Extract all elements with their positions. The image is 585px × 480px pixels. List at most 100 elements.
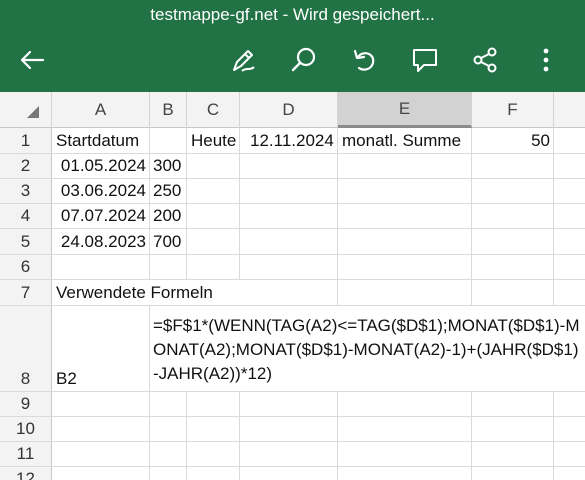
cell-b11[interactable] xyxy=(150,442,187,466)
cell-b5[interactable]: 700 xyxy=(150,229,187,254)
cell-e11[interactable] xyxy=(338,442,472,466)
cell-d2[interactable] xyxy=(240,154,338,178)
row-header[interactable]: 12 xyxy=(0,467,52,480)
cell-e1[interactable]: monatl. Summe xyxy=(338,128,472,153)
cell-f7[interactable] xyxy=(472,280,554,305)
cell-a12[interactable] xyxy=(52,467,150,480)
row-header[interactable]: 11 xyxy=(0,442,52,466)
sheet-row: 9 xyxy=(0,392,585,417)
cell-f1[interactable]: 50 xyxy=(472,128,554,153)
cell-a5[interactable]: 24.08.2023 xyxy=(52,229,150,254)
row-header[interactable]: 6 xyxy=(0,255,52,279)
cell-b6[interactable] xyxy=(150,255,187,279)
cell-a4[interactable]: 07.07.2024 xyxy=(52,204,150,228)
cell-f10[interactable] xyxy=(472,417,554,441)
cell-d5[interactable] xyxy=(240,229,338,254)
share-icon[interactable] xyxy=(465,40,505,80)
cell-e12[interactable] xyxy=(338,467,472,480)
cell-d4[interactable] xyxy=(240,204,338,228)
cell-c10[interactable] xyxy=(187,417,240,441)
cell-a6[interactable] xyxy=(52,255,150,279)
cell-a11[interactable] xyxy=(52,442,150,466)
column-header-d[interactable]: D xyxy=(240,92,338,128)
row-header[interactable]: 2 xyxy=(0,154,52,178)
row-header[interactable]: 8 xyxy=(0,306,52,391)
cell-e3[interactable] xyxy=(338,179,472,203)
cell-d11[interactable] xyxy=(240,442,338,466)
cell-c12[interactable] xyxy=(187,467,240,480)
sheet-row: 6 xyxy=(0,255,585,280)
cell-c5[interactable] xyxy=(187,229,240,254)
cell-f5[interactable] xyxy=(472,229,554,254)
cell-d10[interactable] xyxy=(240,417,338,441)
cell-d7[interactable] xyxy=(240,280,338,305)
row-header[interactable]: 1 xyxy=(0,128,52,153)
cell-a8[interactable]: B2 xyxy=(52,306,150,391)
cell-e9[interactable] xyxy=(338,392,472,416)
sheet-row: 8 B2 =$F$1*(WENN(TAG(A2)<=TAG($D$1);MONA… xyxy=(0,306,585,392)
row-header[interactable]: 9 xyxy=(0,392,52,416)
sheet-row: 1 Startdatum Heute 12.11.2024 monatl. Su… xyxy=(0,128,585,154)
cell-c2[interactable] xyxy=(187,154,240,178)
column-header-row: A B C D E F xyxy=(0,92,585,128)
column-header-b[interactable]: B xyxy=(150,92,187,128)
column-header-c[interactable]: C xyxy=(187,92,240,128)
cell-a2[interactable]: 01.05.2024 xyxy=(52,154,150,178)
row-header[interactable]: 5 xyxy=(0,229,52,254)
cell-b1[interactable] xyxy=(150,128,187,153)
more-vertical-icon[interactable] xyxy=(526,40,566,80)
cell-a7[interactable]: Verwendete Formeln xyxy=(52,280,252,305)
cell-d12[interactable] xyxy=(240,467,338,480)
row-header[interactable]: 10 xyxy=(0,417,52,441)
cell-f11[interactable] xyxy=(472,442,554,466)
cell-d1[interactable]: 12.11.2024 xyxy=(240,128,338,153)
cell-f2[interactable] xyxy=(472,154,554,178)
cell-b10[interactable] xyxy=(150,417,187,441)
undo-icon[interactable] xyxy=(344,40,384,80)
cell-a9[interactable] xyxy=(52,392,150,416)
cell-c3[interactable] xyxy=(187,179,240,203)
cell-c6[interactable] xyxy=(187,255,240,279)
column-header-a[interactable]: A xyxy=(52,92,150,128)
cell-e4[interactable] xyxy=(338,204,472,228)
cell-c11[interactable] xyxy=(187,442,240,466)
comment-icon[interactable] xyxy=(405,40,445,80)
column-header-f[interactable]: F xyxy=(472,92,554,128)
cell-e5[interactable] xyxy=(338,229,472,254)
cell-f9[interactable] xyxy=(472,392,554,416)
cell-c4[interactable] xyxy=(187,204,240,228)
sheet-row: 12 xyxy=(0,467,585,480)
cell-d9[interactable] xyxy=(240,392,338,416)
cell-b9[interactable] xyxy=(150,392,187,416)
cell-e7[interactable] xyxy=(338,280,472,305)
cell-c9[interactable] xyxy=(187,392,240,416)
pen-draw-icon[interactable] xyxy=(223,40,263,80)
cell-e6[interactable] xyxy=(338,255,472,279)
cell-b2[interactable]: 300 xyxy=(150,154,187,178)
cell-b3[interactable]: 250 xyxy=(150,179,187,203)
select-all-corner[interactable] xyxy=(0,92,52,128)
cell-d6[interactable] xyxy=(240,255,338,279)
cell-e10[interactable] xyxy=(338,417,472,441)
row-header[interactable]: 4 xyxy=(0,204,52,228)
cell-a3[interactable]: 03.06.2024 xyxy=(52,179,150,203)
cell-f3[interactable] xyxy=(472,179,554,203)
column-header-e[interactable]: E xyxy=(338,92,472,128)
cell-f6[interactable] xyxy=(472,255,554,279)
spreadsheet-grid[interactable]: A B C D E F 1 Startdatum Heute 12.11.202… xyxy=(0,92,585,480)
cell-e2[interactable] xyxy=(338,154,472,178)
cell-b12[interactable] xyxy=(150,467,187,480)
cell-d3[interactable] xyxy=(240,179,338,203)
search-icon[interactable] xyxy=(284,40,324,80)
cell-f12[interactable] xyxy=(472,467,554,480)
row-header[interactable]: 3 xyxy=(0,179,52,203)
cell-c1[interactable]: Heute xyxy=(187,128,240,153)
cell-b4[interactable]: 200 xyxy=(150,204,187,228)
cell-a1[interactable]: Startdatum xyxy=(52,128,150,153)
cell-a10[interactable] xyxy=(52,417,150,441)
back-arrow-icon[interactable] xyxy=(12,40,52,80)
select-all-icon xyxy=(27,106,39,118)
cell-f4[interactable] xyxy=(472,204,554,228)
sheet-row: 3 03.06.2024 250 xyxy=(0,179,585,204)
row-header[interactable]: 7 xyxy=(0,280,52,305)
